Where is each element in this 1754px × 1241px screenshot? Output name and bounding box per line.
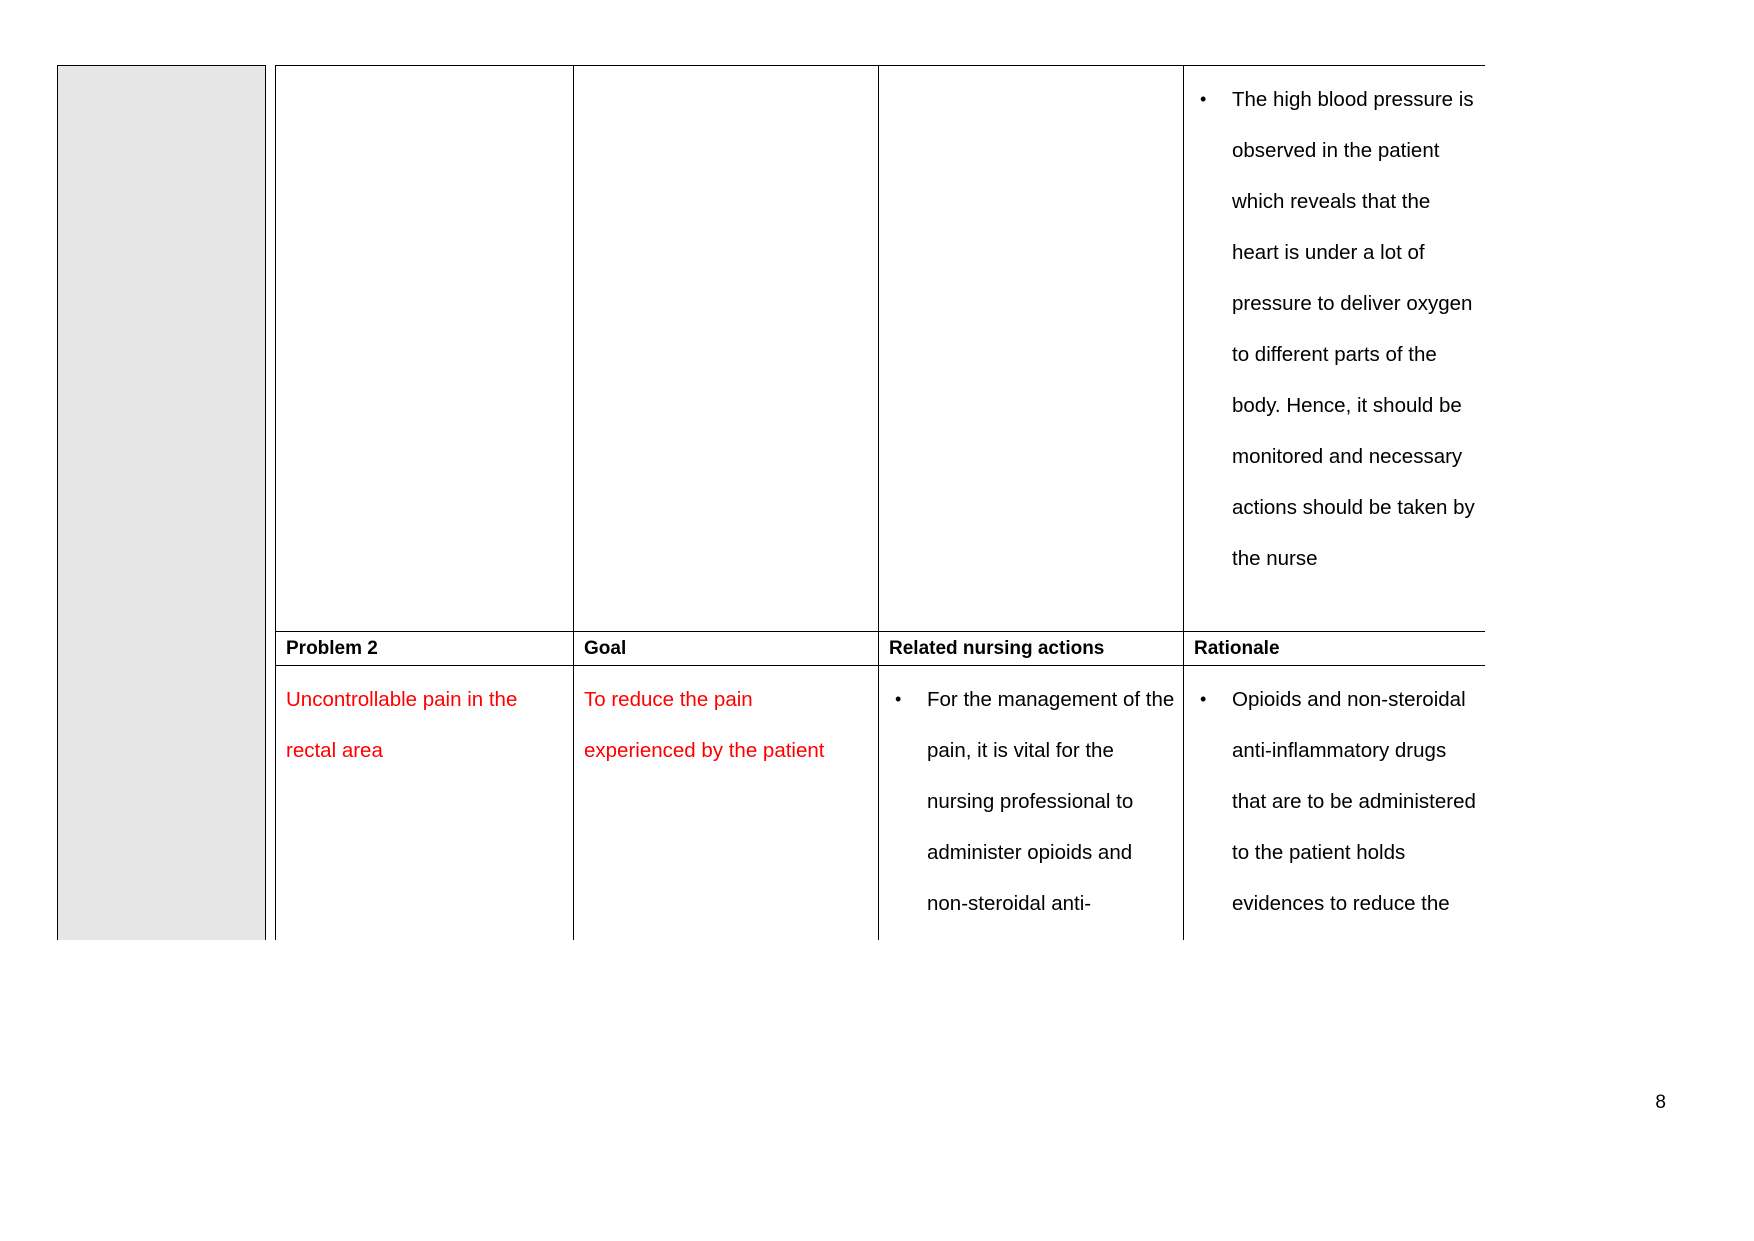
nursing-care-plan-table: The high blood pressure is observed in t… xyxy=(57,65,1485,940)
cell-problem2-actions: For the management of the pain, it is vi… xyxy=(878,665,1184,941)
continued-actions-text xyxy=(879,66,1183,74)
cell-problem2-problem: Uncontrollable pain in the rectal area xyxy=(275,665,574,940)
continued-problem-text xyxy=(276,66,573,74)
column-gap xyxy=(265,65,276,940)
problem2-goal-text: To reduce the pain experienced by the pa… xyxy=(584,688,825,762)
header-cell-rationale: Rationale xyxy=(1183,631,1485,666)
list-item: For the management of the pain, it is vi… xyxy=(889,674,1175,940)
cell-continued-actions xyxy=(878,65,1184,632)
header-cell-actions: Related nursing actions xyxy=(878,631,1184,666)
header-label-problem2: Problem 2 xyxy=(286,638,378,659)
page-number: 8 xyxy=(1655,1092,1666,1113)
header-cell-goal: Goal xyxy=(573,631,879,666)
document-page: The high blood pressure is observed in t… xyxy=(0,0,1754,1241)
problem2-actions-list: For the management of the pain, it is vi… xyxy=(880,667,1183,941)
list-item: Opioids and non-steroidal anti-inflammat… xyxy=(1194,674,1477,929)
cell-continued-rationale: The high blood pressure is observed in t… xyxy=(1183,65,1485,632)
header-label-rationale: Rationale xyxy=(1194,638,1280,659)
continued-rationale-list: The high blood pressure is observed in t… xyxy=(1184,66,1485,584)
care-plan-table: The high blood pressure is observed in t… xyxy=(57,65,1485,940)
left-gray-spacer-column xyxy=(57,65,266,940)
cell-continued-goal xyxy=(573,65,879,632)
header-label-related-nursing-actions: Related nursing actions xyxy=(889,638,1105,659)
table-row-continued: The high blood pressure is observed in t… xyxy=(57,65,1485,940)
problem2-rationale-list: Opioids and non-steroidal anti-inflammat… xyxy=(1185,667,1485,930)
cell-problem2-rationale: Opioids and non-steroidal anti-inflammat… xyxy=(1183,665,1485,940)
header-label-goal: Goal xyxy=(584,638,627,659)
problem2-problem-text: Uncontrollable pain in the rectal area xyxy=(286,688,518,762)
header-cell-problem: Problem 2 xyxy=(275,631,574,666)
continued-goal-text xyxy=(574,66,878,74)
list-item: The high blood pressure is observed in t… xyxy=(1194,74,1477,584)
cell-continued-problem xyxy=(275,65,574,632)
cell-problem2-goal: To reduce the pain experienced by the pa… xyxy=(573,665,879,940)
